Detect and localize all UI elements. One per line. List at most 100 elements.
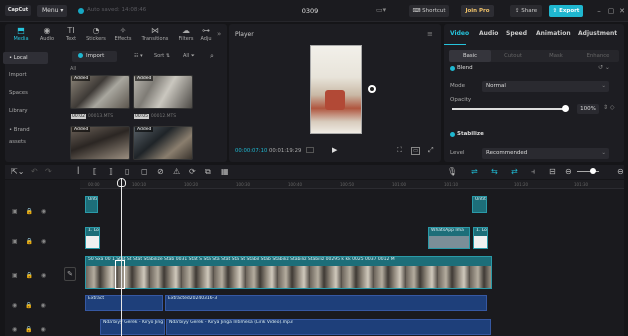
selected-clip[interactable] (115, 260, 125, 289)
video-preview[interactable] (310, 45, 362, 134)
export-button[interactable]: ⇧ Export (549, 5, 583, 17)
tab-adjust[interactable]: ⊶ Adju (197, 26, 215, 46)
timeline-clip[interactable]: Untit (472, 196, 487, 213)
undo-icon[interactable]: ↶ (31, 167, 38, 176)
subtab-basic[interactable]: Basic (449, 50, 491, 62)
reverse-icon[interactable]: ⊘ (157, 167, 164, 176)
link-track-icon[interactable]: ⇆ (491, 167, 498, 176)
split-left-icon[interactable]: ⟦ (93, 167, 97, 176)
zoom-slider-knob[interactable] (590, 168, 596, 174)
media-thumbnail[interactable]: Added (133, 75, 193, 109)
project-title[interactable]: 0309 (280, 7, 340, 15)
fit-icon[interactable]: ⛶ (397, 146, 402, 155)
import-button[interactable]: Import (72, 51, 117, 62)
track-header-audio2[interactable]: ◉ 🔒 ◉ (12, 326, 49, 333)
playhead-handle[interactable] (117, 178, 126, 187)
view-toggle-icon[interactable]: ☷ ▾ (134, 52, 143, 61)
close-icon[interactable]: ✕ (617, 6, 627, 16)
media-thumbnail[interactable]: Added (133, 126, 193, 160)
track-header-text2[interactable]: ▣ 🔒 ◉ (12, 238, 49, 245)
tab-audio-props[interactable]: Audio (479, 30, 498, 37)
nav-spaces[interactable]: Spaces (3, 87, 48, 99)
search-icon[interactable]: ⌕ (210, 52, 214, 61)
tab-video[interactable]: Video (450, 30, 469, 37)
opacity-stepper-icon[interactable]: ⇕ ◇ (603, 104, 615, 111)
rotate-icon[interactable]: ⟳ (189, 167, 196, 176)
subtab-cutout[interactable]: Cutout (492, 50, 534, 62)
level-select[interactable]: Recommended ⌄ (482, 148, 609, 159)
reset-icon[interactable]: ↺ ⌄ (598, 64, 610, 71)
crop-icon[interactable]: ⧉ (205, 167, 211, 177)
timecode-box-icon[interactable] (306, 147, 314, 153)
mirror-icon[interactable]: ⚠ (173, 167, 180, 176)
tab-media[interactable]: ⬒ Media (8, 26, 34, 46)
tab-animation[interactable]: Animation (536, 30, 571, 37)
more-tabs-icon[interactable]: » (217, 30, 221, 38)
playhead[interactable] (121, 178, 122, 336)
auto-reframe-icon[interactable]: ▦ (221, 167, 229, 176)
tab-speed[interactable]: Speed (506, 30, 527, 37)
timeline-clip[interactable]: Untit (85, 196, 98, 213)
track-header-text1[interactable]: ▣ 🔒 ◉ (12, 208, 49, 215)
track-header-audio1[interactable]: ◉ 🔒 ◉ (12, 302, 49, 309)
snap-icon[interactable]: ⇄ (511, 167, 518, 176)
zoom-out-icon[interactable]: ⊖ (565, 167, 572, 176)
ratio-icon[interactable]: ▭ (411, 147, 421, 155)
tab-stickers[interactable]: ◔ Stickers (83, 26, 109, 46)
opacity-slider-knob[interactable] (562, 105, 569, 112)
share-button[interactable]: ⇪ Share (510, 5, 542, 17)
main-video-track[interactable]: 50 Sxa 00 1 Stat St Stat Stabilize Stab … (85, 256, 492, 289)
music-clip[interactable]: Nda'biyy Gerek - Kiryo Jing (100, 319, 165, 335)
subtab-enhance[interactable]: Enhance (577, 50, 619, 62)
sort-button[interactable]: Sort ⇅ (154, 52, 170, 61)
nav-brand-assets[interactable]: • Brand assets (3, 124, 48, 145)
subtab-bar: Basic Cutout Mask Enhance (449, 50, 619, 62)
blend-toggle[interactable] (450, 66, 455, 71)
track-header-main[interactable]: ▣ 🔒 ◉ (12, 272, 49, 279)
tab-adjustment[interactable]: Adjustment (578, 30, 617, 37)
audio-clip[interactable]: Extract (85, 295, 163, 311)
tab-transitions[interactable]: ⋈ Transitions (137, 26, 173, 46)
filter-all-button[interactable]: All ⏷ (183, 52, 195, 61)
cover-edit-icon[interactable]: ✎ (64, 267, 76, 281)
mode-select[interactable]: Normal ⌄ (482, 81, 609, 92)
nav-local[interactable]: • Local (3, 52, 48, 64)
play-icon[interactable]: ▶ (332, 146, 337, 154)
player-menu-icon[interactable]: ≡ (427, 30, 433, 38)
split-right-icon[interactable]: ⟧ (109, 167, 113, 176)
opacity-slider-track[interactable] (452, 108, 564, 110)
subtab-mask[interactable]: Mask (535, 50, 577, 62)
fullscreen-icon[interactable]: ⤢ (428, 146, 434, 155)
mic-icon[interactable]: 🎙 (447, 167, 457, 176)
delete-icon[interactable]: ▯ (125, 167, 129, 176)
audio-clip[interactable]: Extracted20240316-3 (165, 295, 487, 311)
layout-icon[interactable]: ▭▾ (376, 6, 390, 16)
join-pro-button[interactable]: Join Pro (461, 5, 494, 17)
maximize-icon[interactable]: ▢ (606, 6, 616, 16)
link-main-icon[interactable]: ⇌ (471, 167, 478, 176)
menu-button[interactable]: Menu ▾ (37, 5, 67, 17)
fit-timeline-icon[interactable]: ⊟ (549, 167, 556, 176)
timeline-settings-icon[interactable]: ⊖ (617, 167, 624, 176)
minimize-icon[interactable]: – (594, 6, 604, 16)
split-icon[interactable]: ꟾ (77, 167, 79, 176)
opacity-input[interactable]: 100% (577, 104, 599, 114)
media-thumbnail[interactable]: Added (70, 75, 130, 109)
timeline-clip[interactable]: WhatsApp Ima (428, 227, 470, 249)
tab-effects[interactable]: ✧ Effects (110, 26, 136, 46)
freeze-icon[interactable]: ◻ (141, 167, 148, 176)
stabilize-toggle[interactable] (450, 132, 455, 137)
nav-import[interactable]: Import (3, 69, 48, 81)
tab-text[interactable]: TI Text (60, 26, 82, 46)
tab-filters[interactable]: ☁ Filters (173, 26, 199, 46)
timeline-clip[interactable]: 1. Lo (473, 227, 488, 249)
tab-audio[interactable]: ◉ Audio (34, 26, 60, 46)
music-clip[interactable]: Nda'biyy Gerek - Kirya Jinga Intimesa (L… (166, 319, 491, 335)
preview-axis-icon[interactable]: ⫞ (531, 167, 535, 177)
nav-library[interactable]: Library (3, 105, 48, 117)
select-tool-icon[interactable]: ⇱⌄ (11, 167, 24, 176)
media-thumbnail[interactable]: Added (70, 126, 130, 160)
shortcut-button[interactable]: ⌨ Shortcut (409, 5, 449, 17)
timeline-clip[interactable]: 1. Lo (85, 227, 100, 249)
redo-icon[interactable]: ↷ (45, 167, 52, 176)
